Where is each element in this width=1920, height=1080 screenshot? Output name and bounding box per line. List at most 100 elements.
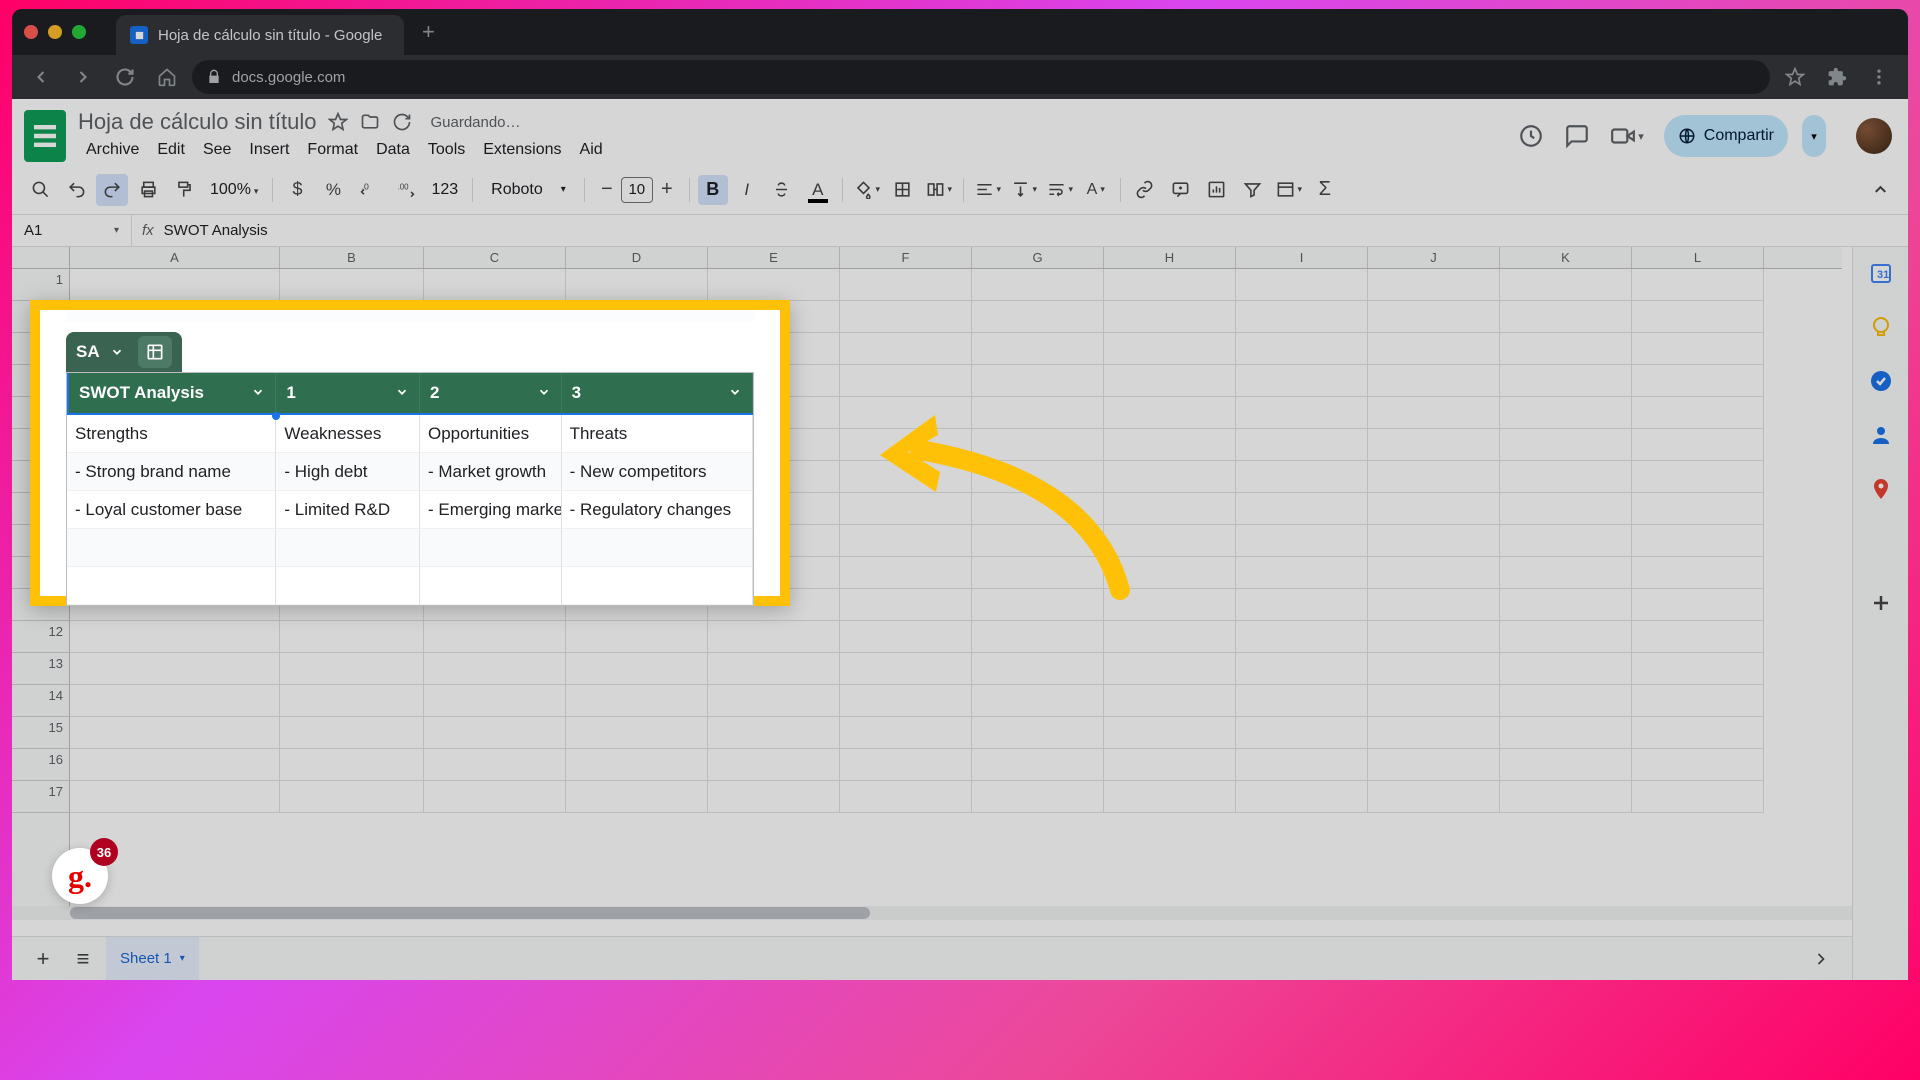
explore-button[interactable]	[1804, 942, 1838, 976]
search-menus-icon[interactable]	[24, 174, 56, 206]
cell[interactable]	[424, 685, 566, 717]
add-sheet-button[interactable]: +	[26, 942, 60, 976]
cloud-sync-icon[interactable]	[392, 112, 412, 132]
cell[interactable]	[1632, 621, 1764, 653]
browser-tab[interactable]: Hoja de cálculo sin título - Google	[116, 15, 404, 55]
cell[interactable]	[1500, 429, 1632, 461]
cell[interactable]	[1500, 589, 1632, 621]
cell[interactable]	[1104, 301, 1236, 333]
swot-cell[interactable]: Strengths	[67, 415, 276, 453]
swot-cell[interactable]	[67, 567, 276, 605]
cell[interactable]	[708, 621, 840, 653]
cell[interactable]	[1368, 749, 1500, 781]
cell[interactable]	[1500, 717, 1632, 749]
cell[interactable]	[972, 653, 1104, 685]
cell[interactable]	[1236, 557, 1368, 589]
row-header[interactable]: 16	[12, 749, 69, 781]
cell[interactable]	[1500, 333, 1632, 365]
column-header[interactable]: C	[424, 247, 566, 268]
swot-cell[interactable]: Threats	[562, 415, 753, 453]
currency-icon[interactable]: $	[281, 174, 313, 206]
increase-decimal-icon[interactable]: .00	[389, 174, 421, 206]
cell[interactable]	[1632, 269, 1764, 301]
cell[interactable]	[1500, 621, 1632, 653]
italic-button[interactable]: I	[732, 180, 762, 200]
cell[interactable]	[1368, 365, 1500, 397]
cell[interactable]	[1632, 365, 1764, 397]
reload-button[interactable]	[108, 60, 142, 94]
cell[interactable]	[972, 269, 1104, 301]
swot-cell[interactable]: - Emerging marke	[420, 491, 562, 529]
user-avatar[interactable]	[1856, 118, 1892, 154]
column-header[interactable]: D	[566, 247, 708, 268]
maximize-window-button[interactable]	[72, 25, 86, 39]
cell[interactable]	[70, 717, 280, 749]
cell[interactable]	[840, 781, 972, 813]
cell[interactable]	[1632, 525, 1764, 557]
cell[interactable]	[1500, 493, 1632, 525]
contacts-icon[interactable]	[1869, 423, 1893, 447]
menu-aid[interactable]: Aid	[572, 137, 611, 163]
cell[interactable]	[1368, 493, 1500, 525]
cell[interactable]	[972, 749, 1104, 781]
align-button[interactable]	[972, 174, 1004, 206]
cell[interactable]	[1368, 653, 1500, 685]
cell[interactable]	[70, 749, 280, 781]
cell[interactable]	[1632, 333, 1764, 365]
cell[interactable]	[1368, 685, 1500, 717]
text-color-button[interactable]: A	[802, 174, 834, 206]
menu-see[interactable]: See	[195, 137, 239, 163]
column-header[interactable]: G	[972, 247, 1104, 268]
cell[interactable]	[1500, 461, 1632, 493]
forward-button[interactable]	[66, 60, 100, 94]
fill-color-button[interactable]	[851, 174, 883, 206]
cell[interactable]	[70, 685, 280, 717]
cell[interactable]	[1500, 397, 1632, 429]
swot-cell[interactable]: - High debt	[276, 453, 420, 491]
cell[interactable]	[1368, 333, 1500, 365]
row-header[interactable]: 15	[12, 717, 69, 749]
extensions-button[interactable]	[1820, 60, 1854, 94]
zoom-selector[interactable]: 100%	[204, 181, 264, 199]
swot-cell[interactable]	[562, 567, 753, 605]
cell[interactable]	[1500, 557, 1632, 589]
cell[interactable]	[840, 749, 972, 781]
cell[interactable]	[1236, 685, 1368, 717]
cell[interactable]	[424, 621, 566, 653]
column-header[interactable]: L	[1632, 247, 1764, 268]
cell[interactable]	[1104, 685, 1236, 717]
cell[interactable]	[1368, 589, 1500, 621]
sheets-logo-icon[interactable]	[24, 110, 66, 162]
cell[interactable]	[280, 717, 424, 749]
close-window-button[interactable]	[24, 25, 38, 39]
cell[interactable]	[280, 621, 424, 653]
row-header[interactable]: 17	[12, 781, 69, 813]
cell[interactable]	[280, 653, 424, 685]
swot-cell[interactable]: - Limited R&D	[276, 491, 420, 529]
cell[interactable]	[1104, 653, 1236, 685]
swot-header-cell[interactable]: 3	[562, 373, 753, 413]
name-box[interactable]: A1 ▾	[12, 215, 132, 246]
swot-cell[interactable]	[562, 529, 753, 567]
print-icon[interactable]	[132, 174, 164, 206]
cell[interactable]	[1104, 781, 1236, 813]
menu-format[interactable]: Format	[299, 137, 366, 163]
cell[interactable]	[280, 781, 424, 813]
menu-insert[interactable]: Insert	[241, 137, 297, 163]
row-header[interactable]: 14	[12, 685, 69, 717]
cell[interactable]	[1236, 333, 1368, 365]
maps-icon[interactable]	[1869, 477, 1893, 501]
menu-extensions[interactable]: Extensions	[475, 137, 569, 163]
share-button[interactable]: Compartir	[1664, 115, 1788, 157]
paint-format-icon[interactable]	[168, 174, 200, 206]
column-header[interactable]: I	[1236, 247, 1368, 268]
cell[interactable]	[1500, 653, 1632, 685]
cell[interactable]	[1236, 429, 1368, 461]
cell[interactable]	[1236, 749, 1368, 781]
cell[interactable]	[840, 301, 972, 333]
home-button[interactable]	[150, 60, 184, 94]
column-header[interactable]: K	[1500, 247, 1632, 268]
swot-cell[interactable]	[420, 529, 562, 567]
swot-cell[interactable]	[276, 567, 420, 605]
cell[interactable]	[1368, 397, 1500, 429]
